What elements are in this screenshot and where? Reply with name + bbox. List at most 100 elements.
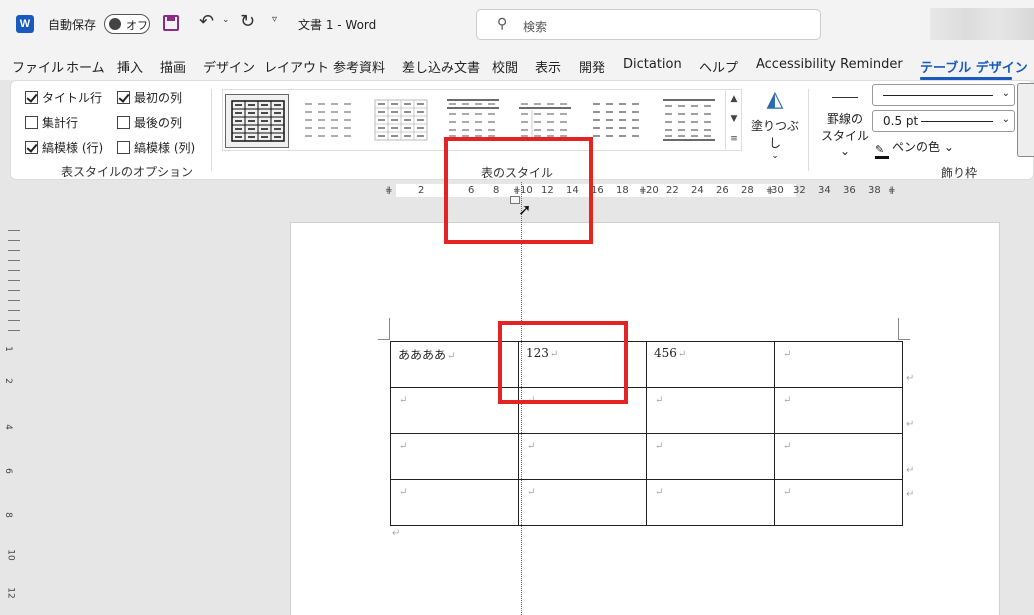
border-styles-label-1: 罫線の [826,112,863,126]
tab-dictation[interactable]: Dictation [623,57,682,72]
document-table[interactable]: ああああ↵ 123↵ 456↵ ↵ ↵ ↵ ↵ ↵ ↵ ↵ ↵ ↵ ↵ ↵ ↵ … [390,341,903,526]
checkbox-unchecked-icon [117,116,130,129]
table-row: ↵ ↵ ↵ ↵ [390,387,903,434]
vertical-ruler[interactable]: 1 2 4 6 8 10 12 [0,200,24,615]
borders-group-label: 飾り枠 [941,166,978,180]
page-corner-mark [378,318,390,340]
table-cell[interactable]: ↵ [646,433,775,480]
search-box[interactable]: ⚲ 検索 [476,9,821,40]
table-cell[interactable]: ↵ [390,433,519,480]
table-style-grid-swatch[interactable] [225,94,289,148]
table-style-lined-swatch[interactable] [657,94,721,148]
ruler-mark [8,240,20,241]
ruler-tick: 18 [616,185,629,196]
redo-icon[interactable]: ↻ [240,11,255,32]
table-style-minimal-swatch[interactable] [585,94,649,148]
undo-icon[interactable]: ↶ [199,11,214,32]
table-cell[interactable]: ↵ [774,479,903,526]
gallery-down-icon[interactable]: ▼ [726,109,742,129]
tab-help[interactable]: ヘルプ [699,57,738,76]
option-header-row[interactable]: タイトル行 [25,89,102,106]
table-cell[interactable]: ↵ [774,387,903,434]
tab-view[interactable]: 表示 [535,57,561,76]
tab-mailings[interactable]: 差し込み文書 [402,57,480,76]
gallery-up-icon[interactable]: ▲ [726,89,742,109]
line-preview [883,95,993,96]
table-style-plain-swatch[interactable] [297,94,361,148]
option-first-column[interactable]: 最初の列 [117,89,182,106]
shading-button[interactable]: ◭ 塗りつぶし ⌄ [749,87,801,161]
table-row: ああああ↵ 123↵ 456↵ ↵ [390,341,903,388]
ruler-mark [8,290,20,291]
table-cell[interactable]: ↵ [774,341,903,388]
tab-review[interactable]: 校閲 [492,57,518,76]
return-mark-icon: ↵ [447,351,456,362]
pen-color-button[interactable]: ✎ ペンの色 ⌄ [875,138,954,159]
ruler-column-marker-icon[interactable]: ⋕ [385,186,393,196]
gallery-scroll: ▲ ▼ ≡ [725,89,742,151]
ruler-tick: 32 [793,185,806,196]
option-total-row[interactable]: 集計行 [25,114,78,131]
chevron-down-icon: ⌄ [1001,88,1010,99]
table-cell[interactable]: ↵ [646,479,775,526]
return-mark-icon: ↵ [399,487,408,498]
tab-table-design[interactable]: テーブル デザイン [920,57,1028,76]
save-icon[interactable] [163,15,179,31]
table-cell[interactable]: ↵ [390,479,519,526]
checkbox-unchecked-icon [117,141,130,154]
tab-home[interactable]: ホーム [66,57,105,76]
search-icon: ⚲ [497,16,508,32]
ruler-tick: 28 [741,185,754,196]
ruler-tick: 24 [691,185,704,196]
table-cell[interactable]: ↵ [774,433,903,480]
option-last-column[interactable]: 最後の列 [117,114,182,131]
table-cell[interactable]: ↵ [646,387,775,434]
tab-developer[interactable]: 開発 [579,57,605,76]
pen-icon: ✎ [875,144,889,159]
end-of-row-mark-icon: ↵ [906,419,915,430]
vruler-tick: 12 [5,587,16,599]
tab-file[interactable]: ファイル [12,57,64,76]
autosave-toggle[interactable]: オフ [104,14,150,34]
return-mark-icon: ↵ [655,487,664,498]
border-styles-label-2: スタイル [820,129,869,143]
undo-dropdown-icon[interactable]: ⌄ [222,15,230,25]
word-app-icon: W [16,15,34,33]
table-style-light-grid-swatch[interactable] [369,94,433,148]
option-banded-rows[interactable]: 縞模様 (行) [25,139,103,156]
tab-references[interactable]: 参考資料 [333,57,385,76]
ruler-mark [8,260,20,261]
profile-area[interactable] [930,8,1034,40]
line-style-dropdown[interactable]: ⌄ [872,84,1015,106]
customize-qat-icon[interactable]: ▿ [272,14,277,25]
border-painter-button[interactable] [1017,83,1034,157]
table-cell[interactable]: ↵ [518,479,647,526]
table-cell[interactable]: 456↵ [646,341,775,388]
highlight-box-cell [498,321,628,404]
vruler-tick: 2 [2,378,13,384]
option-banded-columns[interactable]: 縞模様 (列) [117,139,195,156]
table-cell[interactable]: ↵ [518,433,647,480]
return-mark-icon: ↵ [655,395,664,406]
tab-draw[interactable]: 描画 [160,57,186,76]
ruler-tick: 2 [418,185,425,196]
tab-accessibility-reminder[interactable]: Accessibility Reminder [756,57,903,72]
vruler-tick: 8 [2,512,13,518]
paragraph-mark-icon: ↵ [392,528,401,539]
tab-layout[interactable]: レイアウト [264,57,329,76]
gallery-more-icon[interactable]: ≡ [726,129,742,149]
line-weight-dropdown[interactable]: 0.5 pt ⌄ [872,110,1015,132]
autosave-state: オフ [126,19,148,32]
tab-insert[interactable]: 挿入 [117,57,143,76]
horizontal-ruler[interactable]: ⋕ 2 6 8 ⋕ 10 12 14 16 18 ⋕ 20 22 24 26 2… [290,182,900,199]
ruler-tick: 38 [868,185,881,196]
ruler-mark [8,250,20,251]
return-mark-icon: ↵ [783,441,792,452]
border-styles-button[interactable]: 罫線の スタイル ⌄ [817,93,873,158]
return-mark-icon: ↵ [783,487,792,498]
ruler-tick: 36 [843,185,856,196]
end-of-row-mark-icon: ↵ [906,489,915,500]
tab-design[interactable]: デザイン [203,57,255,76]
ruler-column-marker-icon[interactable]: ⋕ [888,186,896,196]
checkbox-checked-icon [117,91,130,104]
